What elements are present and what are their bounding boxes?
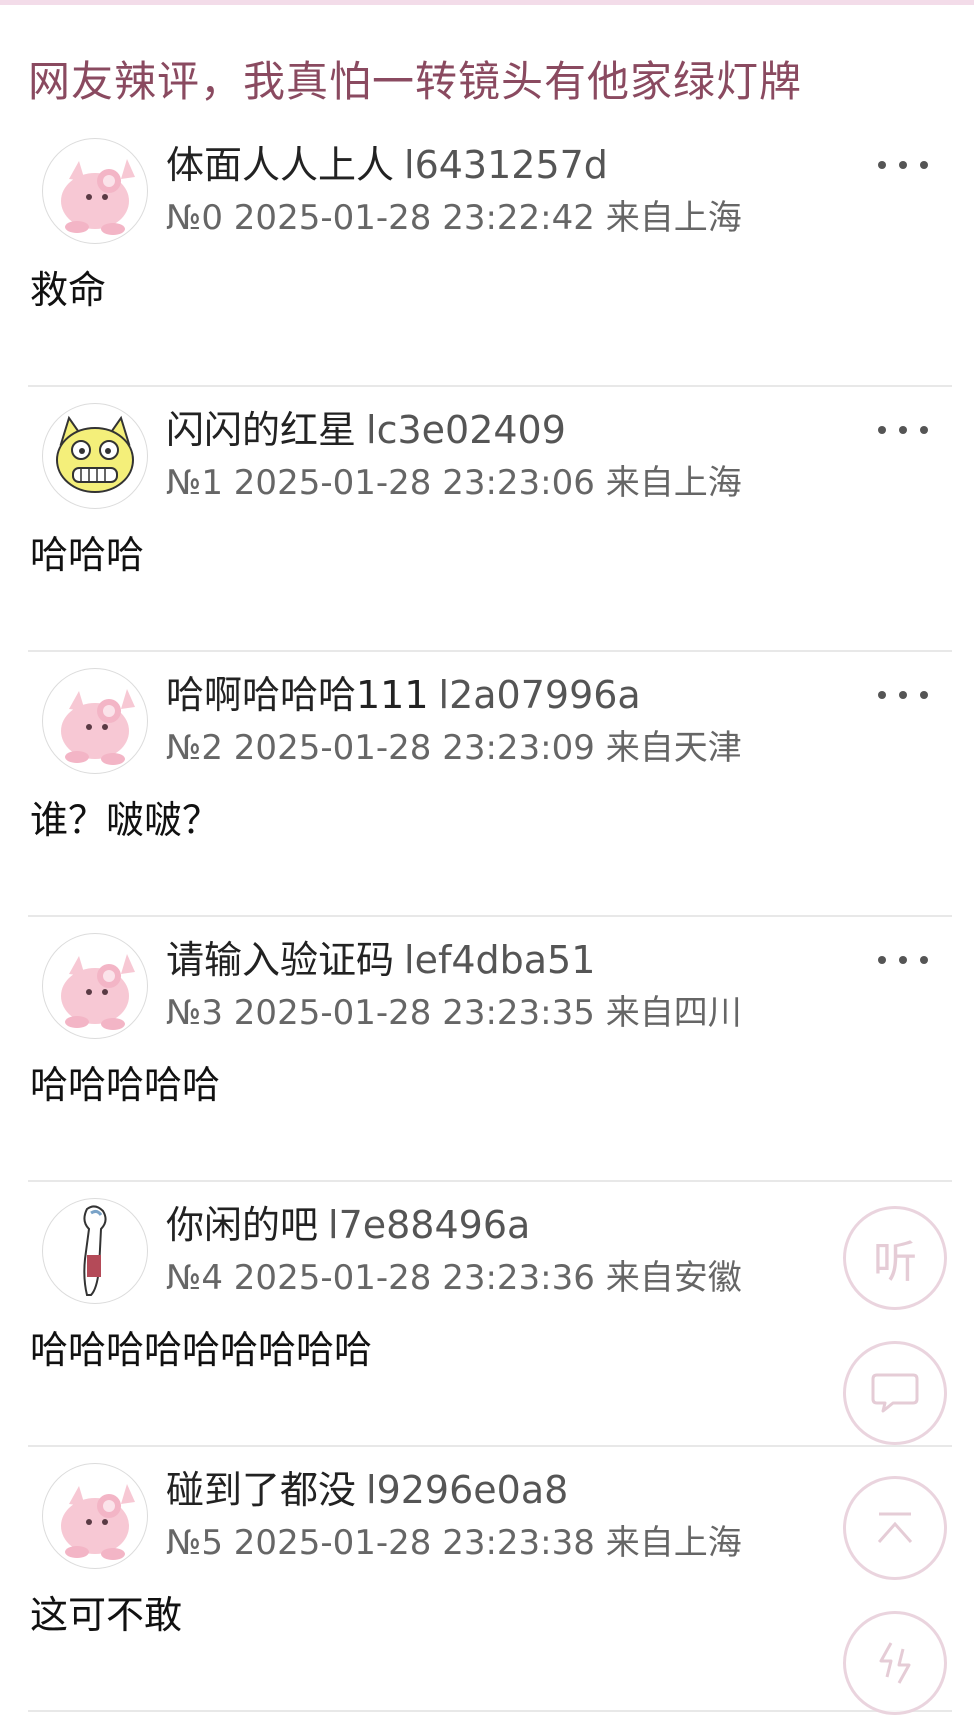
avatar[interactable]: [42, 1198, 148, 1304]
avatar[interactable]: [42, 668, 148, 774]
avatar[interactable]: [42, 1463, 148, 1569]
more-options-icon[interactable]: [878, 680, 928, 710]
user-id: l6431257d: [404, 143, 608, 187]
top-accent-bar: [0, 0, 974, 5]
post-meta: №4 2025-01-28 23:23:36 来自安徽: [166, 1258, 742, 1298]
scroll-to-top-icon: [877, 1512, 913, 1543]
refresh-swap-button[interactable]: [843, 1611, 947, 1715]
username[interactable]: 请输入验证码: [166, 938, 394, 982]
username[interactable]: 哈啊哈哈哈111: [166, 673, 429, 717]
comment-text: 救命: [30, 268, 107, 312]
comment-item: 碰到了都没 l9296e0a8 №5 2025-01-28 23:23:38 来自…: [0, 1447, 974, 1712]
avatar[interactable]: [42, 933, 148, 1039]
yellow-cat-icon: [56, 415, 134, 493]
comment-text: 哈哈哈哈哈哈哈哈哈: [30, 1328, 373, 1372]
user-id: l2a07996a: [438, 673, 641, 717]
post-meta: №1 2025-01-28 23:23:06 来自上海: [166, 463, 742, 503]
avatar[interactable]: [42, 138, 148, 244]
comment-text: 哈哈哈: [30, 533, 145, 577]
scroll-to-top-button[interactable]: [843, 1476, 947, 1580]
comment-item: 请输入验证码 lef4dba51 №3 2025-01-28 23:23:35 来…: [0, 917, 974, 1182]
avatar[interactable]: [42, 403, 148, 509]
sketch-figure-icon: [83, 1205, 107, 1296]
more-options-icon[interactable]: [878, 415, 928, 445]
comment-item: 体面人人上人 l6431257d №0 2025-01-28 23:22:42 来…: [0, 122, 974, 387]
comment-item: 闪闪的红星 lc3e02409 №1 2025-01-28 23:23:06 来自…: [0, 387, 974, 652]
comment-item: 你闲的吧 l7e88496a №4 2025-01-28 23:23:36 来自安…: [0, 1182, 974, 1447]
post-meta: №3 2025-01-28 23:23:35 来自四川: [166, 993, 742, 1033]
user-id: lef4dba51: [404, 938, 596, 982]
listen-button[interactable]: 听: [843, 1206, 947, 1310]
page-title: 网友辣评，我真怕一转镜头有他家绿灯牌: [28, 57, 803, 106]
refresh-swap-icon: [879, 1642, 911, 1684]
post-meta: №5 2025-01-28 23:23:38 来自上海: [166, 1523, 742, 1563]
comment-button[interactable]: [843, 1341, 947, 1445]
post-meta: №2 2025-01-28 23:23:09 来自天津: [166, 728, 742, 768]
user-id: lc3e02409: [366, 408, 566, 452]
comment-text: 谁？啵啵？: [30, 798, 221, 842]
pink-puffball-icon: [61, 689, 135, 765]
post-meta: №0 2025-01-28 23:22:42 来自上海: [166, 198, 742, 238]
pink-puffball-icon: [61, 1484, 135, 1560]
comment-text: 哈哈哈哈哈: [30, 1063, 221, 1107]
comment-item: 哈啊哈哈哈111 l2a07996a №2 2025-01-28 23:23:09…: [0, 652, 974, 917]
username[interactable]: 你闲的吧: [166, 1203, 318, 1247]
user-id: l7e88496a: [328, 1203, 531, 1247]
comment-icon: [871, 1373, 919, 1413]
username[interactable]: 体面人人上人: [166, 143, 394, 187]
username[interactable]: 碰到了都没: [166, 1468, 356, 1512]
user-id: l9296e0a8: [366, 1468, 569, 1512]
more-options-icon[interactable]: [878, 945, 928, 975]
listen-label: 听: [873, 1237, 917, 1288]
divider: [28, 1710, 952, 1712]
pink-puffball-icon: [61, 159, 135, 235]
pink-puffball-icon: [61, 954, 135, 1030]
comment-text: 这可不敢: [30, 1593, 183, 1637]
username[interactable]: 闪闪的红星: [166, 408, 356, 452]
more-options-icon[interactable]: [878, 150, 928, 180]
